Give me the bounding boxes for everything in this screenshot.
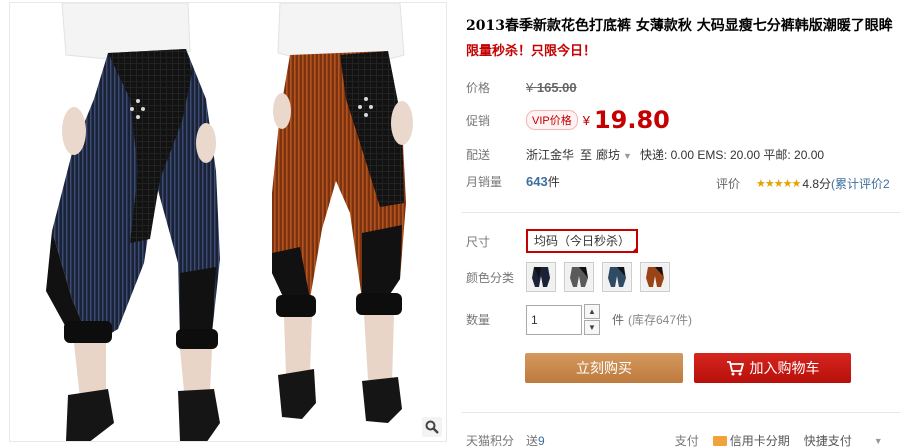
shopping-cart-icon <box>726 361 744 376</box>
product-title: 2013春季新款花色打底裤 女薄款秋 大码显瘦七分裤韩版潮暖了眼眸 <box>466 18 893 34</box>
credit-card-icon <box>712 435 727 446</box>
shipping-to-word: 至 <box>580 148 593 162</box>
credit-card-installment[interactable]: 信用卡分期 <box>712 432 790 447</box>
color-swatch-navy[interactable] <box>526 262 556 292</box>
quantity-increase-button[interactable]: ▲ <box>584 304 600 319</box>
price-label: 价格 <box>466 81 491 95</box>
selected-check-icon <box>631 246 639 253</box>
size-option-selected[interactable]: 均码（今日秒杀） <box>526 229 639 253</box>
chevron-down-icon[interactable]: ▼ <box>874 436 883 446</box>
size-label: 尺寸 <box>466 234 491 249</box>
color-swatch-brown[interactable] <box>640 262 670 292</box>
points-label: 天猫积分 <box>466 434 515 447</box>
size-row: 尺寸 均码（今日秒杀） <box>466 229 639 253</box>
quantity-input[interactable] <box>526 304 582 335</box>
shipping-fees: 快递: 0.00 EMS: 20.00 平邮: 20.00 <box>639 148 825 162</box>
color-swatch-blue[interactable] <box>602 262 632 292</box>
monthly-sales-count: 643 <box>526 174 548 189</box>
quantity-stepper-buttons: ▲ ▼ <box>584 304 600 335</box>
quantity-unit: 件 <box>612 313 625 327</box>
quantity-label: 数量 <box>466 313 491 327</box>
star-rating-icon: ★★★★★ <box>756 178 801 190</box>
color-label: 颜色分类 <box>466 270 515 285</box>
product-photo-capri-pants <box>46 3 413 441</box>
color-row: 颜色分类 <box>466 262 670 292</box>
promo-banner-text: 限量秒杀！只限今日！ <box>466 43 597 58</box>
shipping-label: 配送 <box>466 148 491 162</box>
add-to-cart-button[interactable]: 加入购物车 <box>694 353 851 383</box>
section-divider <box>462 212 900 213</box>
rating-value: 4.8分 <box>802 177 832 191</box>
quantity-row: 数量 ▲ ▼ 件 (库存647件) <box>466 304 692 335</box>
add-to-cart-label: 加入购物车 <box>749 360 820 376</box>
quick-pay[interactable]: 快捷支付 <box>804 432 852 447</box>
credit-card-installment-label: 信用卡分期 <box>729 434 790 447</box>
footer-row: 天猫积分 送9 支付 信用卡分期 快捷支付 ▼ <box>466 432 900 447</box>
promo-price-value: 19.80 <box>593 106 670 134</box>
rating-summary: 评价 ★★★★★ 4.8分 (累计评价2 <box>716 175 890 192</box>
monthly-sales-unit: 件 <box>547 175 560 189</box>
footer-divider <box>462 412 900 413</box>
promo-currency: ¥ <box>582 112 590 128</box>
promo-price-row: 促销 VIP价格 ¥ 19.80 <box>466 106 670 134</box>
destination-dropdown[interactable]: 廊坊 ▼ <box>596 146 632 163</box>
quantity-stepper: ▲ ▼ 件 (库存647件) <box>526 304 692 335</box>
magnifier-icon[interactable] <box>422 417 442 437</box>
rating-label: 评价 <box>716 177 741 191</box>
stock-count: (库存647件) <box>628 313 693 327</box>
destination-value: 廊坊 <box>596 148 621 162</box>
monthly-sales-row: 月销量 643 件 <box>466 173 560 190</box>
shipping-origin: 浙江金华 <box>526 148 575 162</box>
review-count-link[interactable]: (累计评价2 <box>831 175 890 192</box>
payment-label: 支付 <box>674 434 699 447</box>
shipping-row: 配送 浙江金华 至 廊坊 ▼ 快递: 0.00 EMS: 20.00 平邮: 20… <box>466 146 824 163</box>
monthly-sales-label: 月销量 <box>466 175 503 189</box>
quantity-decrease-button[interactable]: ▼ <box>584 320 600 335</box>
color-swatch-grey[interactable] <box>564 262 594 292</box>
original-price: ¥ 165.00 <box>526 80 577 95</box>
buy-now-button[interactable]: 立刻购买 <box>525 353 683 383</box>
product-detail-panel: 2013春季新款花色打底裤 女薄款秋 大码显瘦七分裤韩版潮暖了眼眸 限量秒杀！只… <box>462 0 900 447</box>
vip-price-badge: VIP价格 <box>526 110 578 130</box>
product-main-image[interactable] <box>9 2 447 442</box>
color-swatches <box>526 262 670 292</box>
points-value: 9 <box>538 433 545 447</box>
promo-price-label: 促销 <box>466 113 491 128</box>
size-option-label: 均码（今日秒杀） <box>534 234 631 248</box>
price-row: 价格 ¥ 165.00 <box>466 79 577 96</box>
chevron-down-icon: ▼ <box>623 151 632 161</box>
points-text: 送 <box>526 434 539 447</box>
